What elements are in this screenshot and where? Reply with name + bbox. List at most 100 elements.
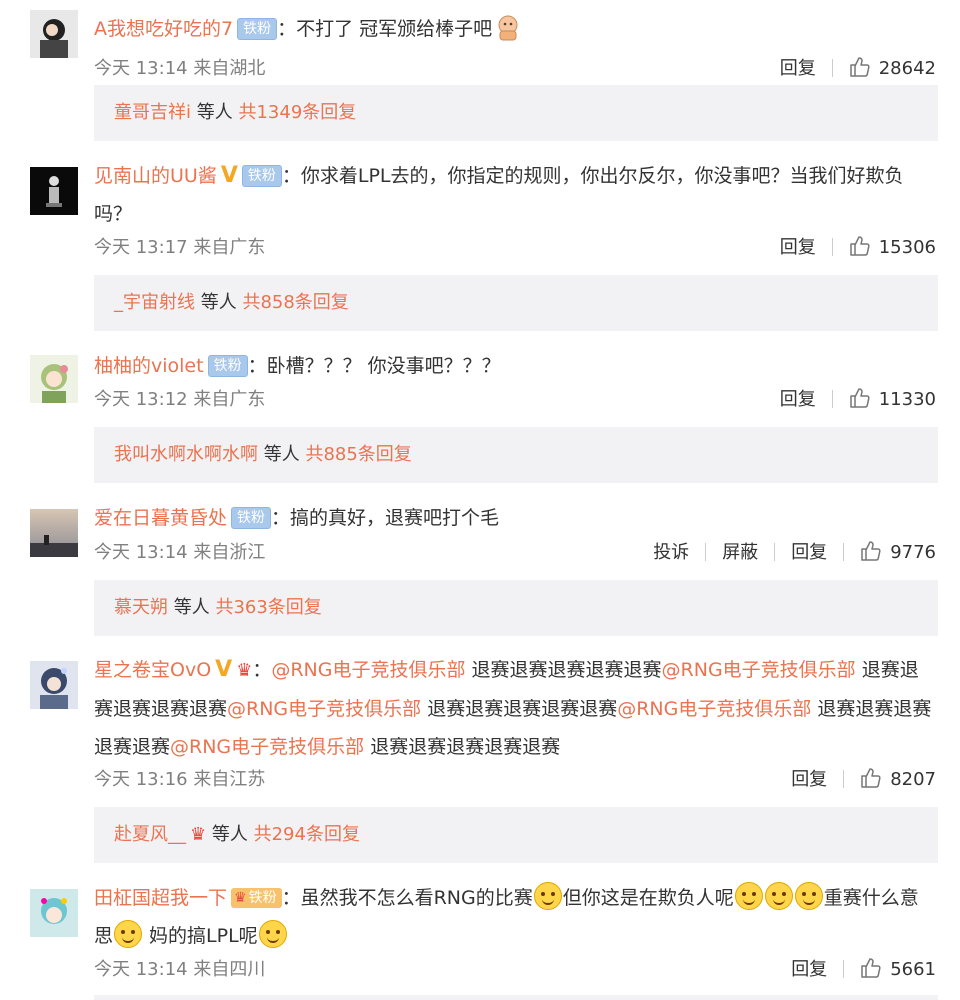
reply-total[interactable]: 共363条回复 [215, 597, 321, 618]
comment-text: 退赛退赛退赛退赛退赛 [471, 659, 662, 681]
report-button[interactable]: 投诉 [653, 538, 689, 568]
comment-body: 星之卷宝OvO V ♛：@RNG电子竞技俱乐部 退赛退赛退赛退赛退赛@RNG电子竞技… [94, 651, 936, 766]
reply-button[interactable]: 回复 [791, 765, 827, 795]
divider [831, 238, 833, 256]
mention-link[interactable]: @RNG电子竞技俱乐部 [170, 736, 364, 758]
mention-link[interactable]: @RNG电子竞技俱乐部 [662, 659, 856, 681]
username[interactable]: 柚柚的violet [94, 355, 204, 377]
reply-user[interactable]: 赴夏风__ [114, 824, 186, 845]
reply-preview[interactable]: 慕天朔 等人 共363条回复 [94, 580, 938, 636]
reply-preview [94, 995, 938, 1000]
reply-mid: 等人 [168, 597, 216, 618]
smile-emoji-icon [794, 882, 823, 910]
fan-badge-label: 铁粉 [248, 890, 277, 906]
comment-meta: 今天 13:14 来自湖北 回复 28642 [94, 54, 936, 84]
avatar[interactable] [30, 889, 78, 937]
reply-preview[interactable]: 我叫水啊水啊水啊 等人 共885条回复 [94, 427, 938, 483]
comment-actions: 回复 11330 [780, 385, 936, 415]
comment-meta: 今天 13:14 来自浙江 投诉 屏蔽 回复 9776 [94, 538, 936, 568]
reply-user[interactable]: 童哥吉祥i [114, 102, 191, 123]
reply-button[interactable]: 回复 [780, 233, 816, 263]
username[interactable]: 见南山的UU酱 [94, 165, 217, 187]
username[interactable]: 星之卷宝OvO [94, 659, 211, 681]
reply-mid: 等人 [191, 102, 239, 123]
like-count: 28642 [878, 58, 936, 79]
comment-text: 妈的搞LPL呢 [143, 925, 258, 947]
like-button[interactable]: 8207 [860, 765, 936, 795]
divider [774, 543, 776, 561]
fan-badge[interactable]: 铁粉 [237, 18, 278, 40]
fan-badge[interactable]: ♛ 铁粉 [231, 888, 282, 908]
reply-user[interactable]: 我叫水啊水啊水啊 [114, 444, 258, 465]
reply-user[interactable]: _宇宙射线 [114, 292, 195, 313]
reply-preview[interactable]: _宇宙射线 等人 共858条回复 [94, 275, 938, 331]
like-count: 11330 [878, 389, 936, 410]
reply-button[interactable]: 回复 [791, 955, 827, 985]
thumb-up-icon [861, 768, 881, 788]
thumb-up-icon [849, 57, 870, 77]
avatar[interactable] [30, 167, 78, 215]
reply-button[interactable]: 回复 [791, 538, 827, 568]
divider [705, 543, 707, 561]
colon: ： [277, 18, 297, 40]
mention-link[interactable]: @RNG电子竞技俱乐部 [617, 698, 811, 720]
avatar[interactable] [30, 661, 78, 709]
reply-total[interactable]: 共1349条回复 [238, 102, 356, 123]
fan-badge[interactable]: 铁粉 [207, 355, 248, 377]
like-button[interactable]: 28642 [849, 54, 936, 84]
username[interactable]: A我想吃好吃的7 [94, 18, 233, 40]
block-button[interactable]: 屏蔽 [722, 538, 758, 568]
reply-total[interactable]: 共885条回复 [305, 444, 411, 465]
thumb-up-icon [849, 236, 870, 256]
comment-location: 来自湖北 [193, 58, 266, 79]
reply-button[interactable]: 回复 [780, 385, 816, 415]
mention-link[interactable]: @RNG电子竞技俱乐部 [227, 698, 421, 720]
comment-body: 柚柚的violet 铁粉 ：卧槽？？？ 你没事吧？？？ [94, 347, 936, 385]
reply-total[interactable]: 共858条回复 [242, 292, 348, 313]
avatar[interactable] [30, 10, 78, 58]
like-button[interactable]: 5661 [860, 955, 936, 985]
comment-text: 退赛退赛退赛退赛退赛 [370, 736, 561, 758]
comment-meta: 今天 13:17 来自广东 回复 15306 [94, 233, 936, 263]
comment-text: 搞的真好，退赛吧打个毛 [290, 507, 500, 529]
verified-v-icon: V [215, 657, 233, 682]
smile-emoji-icon [258, 920, 287, 948]
comment-body: 田柾国超我一下 ♛ 铁粉 ：虽然我不怎么看RNG的比赛 但你这是在欺负人呢 重赛什么意思 … [94, 879, 936, 955]
smile-emoji-icon [533, 882, 562, 910]
fan-badge[interactable]: 铁粉 [231, 507, 272, 529]
reply-total[interactable]: 共294条回复 [254, 824, 360, 845]
mention-link[interactable]: @RNG电子竞技俱乐部 [271, 659, 465, 681]
reply-mid: 等人 [195, 292, 243, 313]
like-count: 8207 [890, 769, 936, 790]
comment-time: 今天 13:16 [94, 769, 188, 790]
username[interactable]: 田柾国超我一下 [94, 887, 227, 909]
thumb-up-icon [861, 958, 881, 978]
fan-badge[interactable]: 铁粉 [241, 165, 282, 187]
comment-text: 卧槽？？？ 你没事吧？？？ [266, 355, 501, 377]
comment-meta: 今天 13:16 来自江苏 回复 8207 [94, 765, 936, 795]
username[interactable]: 爱在日暮黄昏处 [94, 507, 227, 529]
avatar[interactable] [30, 509, 78, 557]
colon: ： [271, 507, 291, 529]
comment-actions: 回复 5661 [791, 955, 936, 985]
comment-body: 见南山的UU酱 V 铁粉 ：你求着LPL去的，你指定的规则，你出尔反尔，你没事吧？当我… [94, 157, 936, 233]
like-button[interactable]: 15306 [849, 233, 936, 263]
comment-body: A我想吃好吃的7 铁粉 ：不打了 冠军颁给棒子吧 [94, 10, 936, 48]
avatar[interactable] [30, 355, 78, 403]
reply-preview[interactable]: 童哥吉祥i 等人 共1349条回复 [94, 85, 938, 141]
comment-time: 今天 13:14 [94, 58, 188, 79]
reply-preview[interactable]: 赴夏风__ ♛ 等人 共294条回复 [94, 807, 938, 863]
comment-body: 爱在日暮黄昏处 铁粉 ：搞的真好，退赛吧打个毛 [94, 499, 936, 537]
comment-meta: 今天 13:12 来自广东 回复 11330 [94, 385, 936, 415]
like-button[interactable]: 9776 [860, 538, 936, 568]
comment-actions: 回复 15306 [780, 233, 936, 263]
like-button[interactable]: 11330 [849, 385, 936, 415]
divider [843, 960, 845, 978]
comment-location: 来自四川 [193, 959, 266, 980]
reply-user[interactable]: 慕天朔 [114, 597, 168, 618]
divider [831, 390, 833, 408]
smile-emoji-icon [114, 920, 143, 948]
colon: ： [281, 165, 301, 187]
comment-time: 今天 13:14 [94, 959, 188, 980]
reply-button[interactable]: 回复 [780, 54, 816, 84]
